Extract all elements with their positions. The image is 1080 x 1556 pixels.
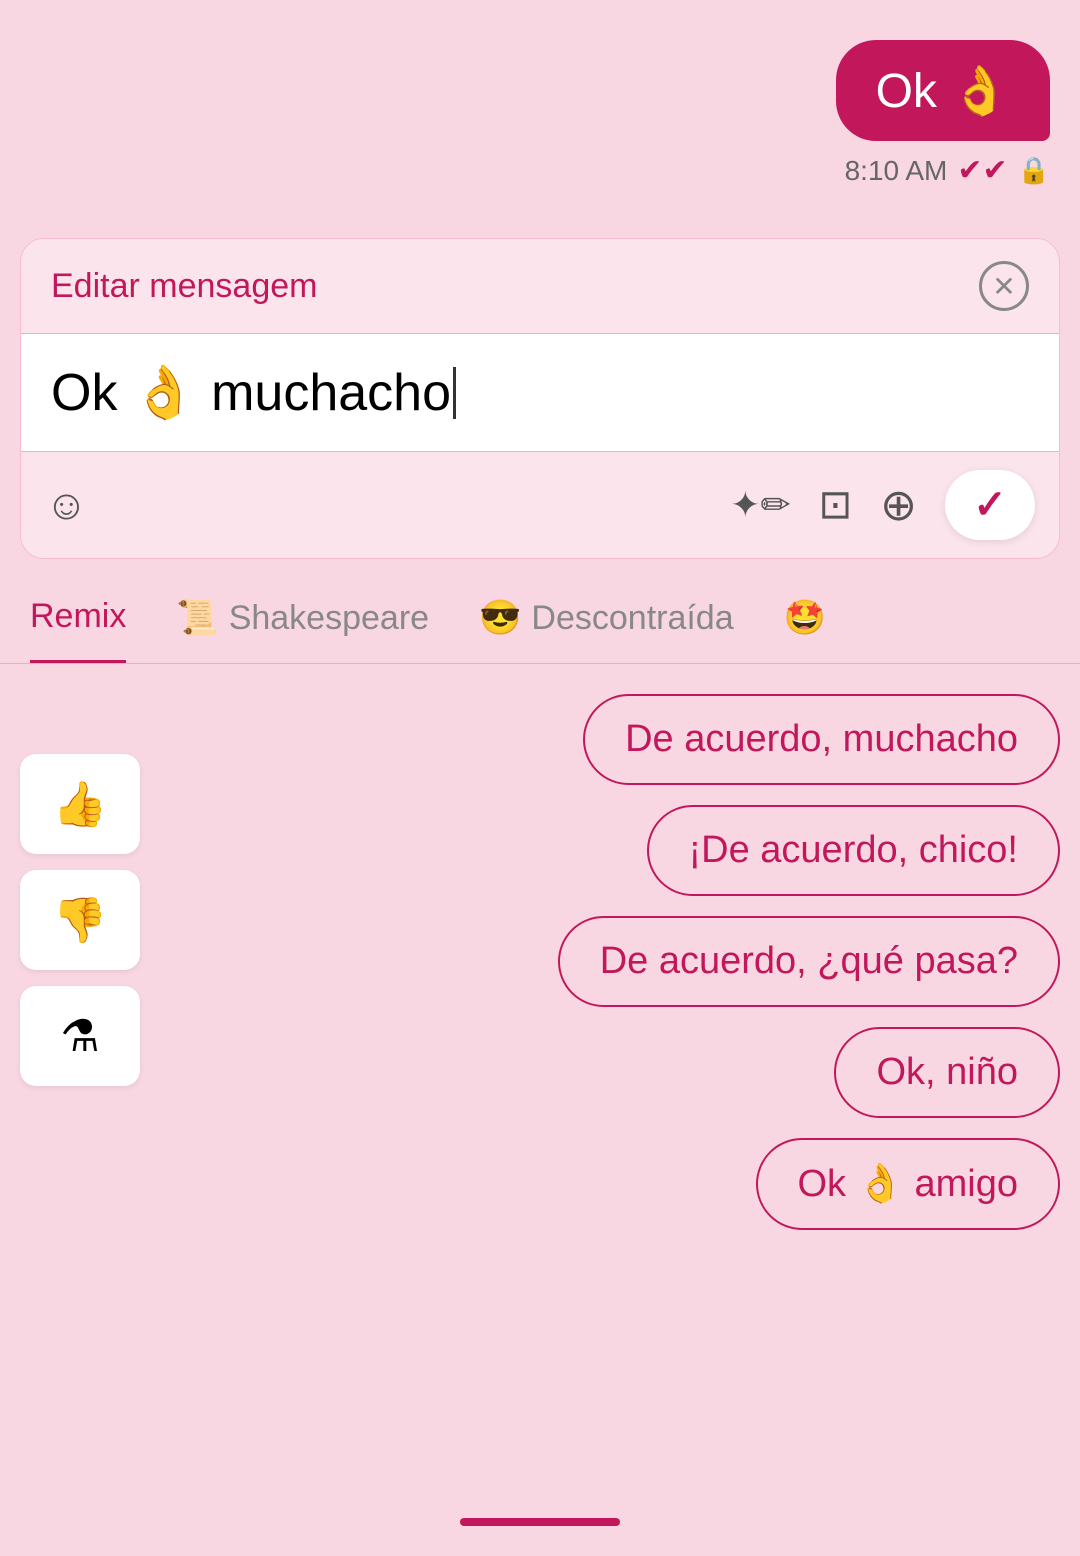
suggestion-3[interactable]: De acuerdo, ¿qué pasa? [558,916,1060,1007]
remix-section: Remix 📜 Shakespeare 😎 Descontraída 🤩 👍 👎… [0,569,1080,1260]
thumbs-up-icon: 👍 [53,778,108,830]
thumbs-up-button[interactable]: 👍 [20,754,140,854]
edit-input-text: Ok 👌 muchacho [51,362,451,423]
close-edit-button[interactable]: ✕ [979,261,1029,311]
lock-icon: 🔒 [1018,155,1050,186]
thumbs-down-button[interactable]: 👎 [20,870,140,970]
message-timestamp: 8:10 AM [845,155,948,187]
edit-panel: Editar mensagem ✕ Ok 👌 muchacho ☺ ✦✏ ⊡ ⊕… [20,238,1060,559]
suggestions-area: 👍 👎 ⚗ De acuerdo, muchacho ¡De acuerdo, … [0,664,1080,1260]
suggestion-1-text: De acuerdo, muchacho [625,718,1018,761]
tab-shakespeare-label: Shakespeare [229,599,429,638]
message-meta: 8:10 AM ✔✔ 🔒 [845,153,1050,188]
edit-label: Editar mensagem [51,267,317,306]
tab-more[interactable]: 🤩 [784,570,826,662]
suggestion-4[interactable]: Ok, niño [834,1027,1060,1118]
toolbar-right: ✦✏ ⊡ ⊕ ✓ [730,470,1035,540]
suggestion-4-text: Ok, niño [876,1051,1018,1094]
close-icon: ✕ [992,270,1015,303]
chat-area: Ok 👌 8:10 AM ✔✔ 🔒 [0,0,1080,228]
feedback-buttons: 👍 👎 ⚗ [20,694,140,1230]
confirm-edit-button[interactable]: ✓ [945,470,1035,540]
edit-toolbar: ☺ ✦✏ ⊡ ⊕ ✓ [21,452,1059,558]
sent-message-bubble: Ok 👌 [836,40,1050,141]
tab-shakespeare-emoji: 📜 [176,598,218,638]
tab-descontraida-label: Descontraída [531,599,733,638]
tabs-bar: Remix 📜 Shakespeare 😎 Descontraída 🤩 [0,569,1080,664]
tab-descontraida-emoji: 😎 [479,598,521,638]
suggestion-3-text: De acuerdo, ¿qué pasa? [600,940,1018,983]
suggestion-5-text: Ok 👌 amigo [798,1162,1019,1206]
sent-message-text: Ok 👌 [876,62,1010,119]
emoji-picker-button[interactable]: ☺ [45,481,88,529]
lab-button[interactable]: ⚗ [20,986,140,1086]
suggestions-list: De acuerdo, muchacho ¡De acuerdo, chico!… [160,694,1060,1230]
bottom-handle-area [0,1498,1080,1546]
tab-descontraida[interactable]: 😎 Descontraída [479,570,734,662]
read-receipt-icon: ✔✔ [957,153,1007,188]
check-icon: ✓ [973,482,1007,528]
suggestion-5[interactable]: Ok 👌 amigo [756,1138,1061,1230]
tab-shakespeare[interactable]: 📜 Shakespeare [176,570,429,662]
image-picker-button[interactable]: ⊡ [819,482,853,528]
lab-icon: ⚗ [60,1011,99,1062]
suggestion-1[interactable]: De acuerdo, muchacho [583,694,1060,785]
add-button[interactable]: ⊕ [880,480,917,531]
edit-header: Editar mensagem ✕ [21,239,1059,333]
tab-more-emoji: 🤩 [784,598,826,638]
tab-remix[interactable]: Remix [30,569,126,664]
thumbs-down-icon: 👎 [53,894,108,946]
ai-rewrite-button[interactable]: ✦✏ [730,484,790,526]
bottom-handle-bar [460,1518,620,1526]
text-cursor [453,367,456,419]
suggestion-2[interactable]: ¡De acuerdo, chico! [647,805,1061,896]
tab-remix-label: Remix [30,597,126,636]
suggestion-2-text: ¡De acuerdo, chico! [689,829,1019,872]
edit-input-field[interactable]: Ok 👌 muchacho [21,333,1059,452]
